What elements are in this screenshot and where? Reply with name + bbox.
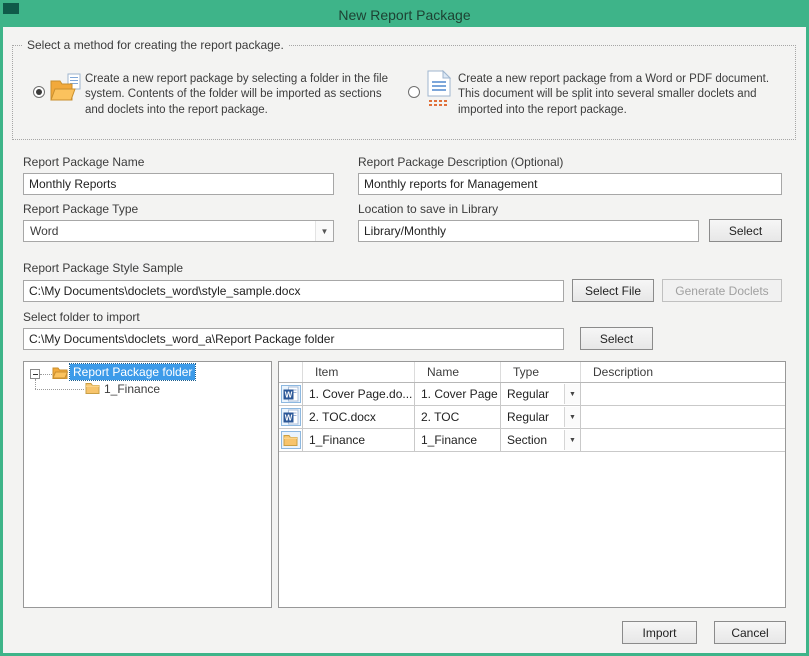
name-cell: 1. Cover Page bbox=[415, 383, 501, 405]
tree-item-1-finance[interactable]: 1_Finance bbox=[101, 381, 163, 397]
item-icon-cell bbox=[279, 429, 303, 451]
tree-connector bbox=[35, 379, 36, 389]
type-dropdown[interactable]: Section ▼ bbox=[501, 429, 581, 451]
name-cell: 2. TOC bbox=[415, 406, 501, 428]
description-cell bbox=[581, 383, 785, 405]
import-button[interactable]: Import bbox=[622, 621, 697, 644]
cancel-button[interactable]: Cancel bbox=[714, 621, 786, 644]
item-cell: 2. TOC.docx bbox=[303, 406, 415, 428]
description-cell bbox=[581, 406, 785, 428]
folder-method-description: Create a new report package by selecting… bbox=[85, 73, 389, 116]
location-label: Location to save in Library bbox=[358, 202, 499, 216]
import-folder-input[interactable] bbox=[23, 328, 564, 350]
tree-connector bbox=[40, 374, 52, 375]
folder-tree-panel: Report Package folder 1_Finance bbox=[23, 361, 272, 608]
name-cell: 1_Finance bbox=[415, 429, 501, 451]
tree-collapse-toggle[interactable] bbox=[30, 369, 40, 379]
doclets-table: Item Name Type Description W 1. Cover Pa… bbox=[278, 361, 786, 608]
chevron-down-icon: ▼ bbox=[315, 221, 333, 241]
svg-text:W: W bbox=[284, 390, 292, 399]
dialog-body: Select a method for creating the report … bbox=[3, 27, 806, 653]
column-header-name: Name bbox=[415, 362, 501, 382]
radio-document-method[interactable] bbox=[408, 86, 420, 98]
table-row[interactable]: 1_Finance 1_Finance Section ▼ bbox=[279, 429, 785, 452]
column-header-item: Item bbox=[303, 362, 415, 382]
type-value: Regular bbox=[507, 410, 550, 424]
report-package-name-label: Report Package Name bbox=[23, 155, 145, 169]
import-folder-label: Select folder to import bbox=[23, 310, 140, 324]
folder-icon bbox=[85, 382, 100, 397]
report-package-type-label: Report Package Type bbox=[23, 202, 139, 216]
type-dropdown[interactable]: Regular ▼ bbox=[501, 383, 581, 405]
column-header-description: Description bbox=[593, 365, 654, 379]
document-split-icon bbox=[425, 69, 453, 111]
location-input[interactable] bbox=[358, 220, 699, 242]
report-package-type-dropdown[interactable]: Word ▼ bbox=[23, 220, 334, 242]
folder-import-icon bbox=[49, 71, 83, 110]
tree-item-report-package-folder[interactable]: Report Package folder bbox=[68, 363, 197, 381]
location-select-button[interactable]: Select bbox=[709, 219, 782, 242]
table-row[interactable]: W 2. TOC.docx 2. TOC Regular ▼ bbox=[279, 406, 785, 429]
item-cell: 1. Cover Page.do... bbox=[303, 383, 415, 405]
radio-folder-method[interactable] bbox=[33, 86, 45, 98]
select-file-button[interactable]: Select File bbox=[572, 279, 654, 302]
column-header-icon bbox=[279, 362, 303, 382]
item-cell: 1_Finance bbox=[303, 429, 415, 451]
column-header-type: Type bbox=[501, 362, 581, 382]
new-report-package-dialog: New Report Package Select a method for c… bbox=[0, 0, 809, 656]
chevron-down-icon: ▼ bbox=[564, 430, 580, 450]
window-title: New Report Package bbox=[338, 7, 471, 23]
tree-connector bbox=[35, 389, 84, 390]
report-package-description-input[interactable] bbox=[358, 173, 782, 195]
document-method-description: Create a new report package from a Word … bbox=[458, 73, 770, 116]
item-icon-cell: W bbox=[279, 383, 303, 405]
table-header-row: Item Name Type Description bbox=[279, 362, 785, 383]
svg-text:W: W bbox=[284, 413, 292, 422]
chevron-down-icon: ▼ bbox=[564, 407, 580, 427]
word-doc-icon: W bbox=[280, 385, 301, 403]
style-sample-input[interactable] bbox=[23, 280, 564, 302]
item-icon-cell: W bbox=[279, 406, 303, 428]
type-value: Regular bbox=[507, 387, 550, 401]
type-dropdown[interactable]: Regular ▼ bbox=[501, 406, 581, 428]
word-doc-icon: W bbox=[280, 408, 301, 426]
report-package-type-value: Word bbox=[30, 224, 59, 238]
table-row[interactable]: W 1. Cover Page.do... 1. Cover Page Regu… bbox=[279, 383, 785, 406]
type-value: Section bbox=[507, 433, 548, 447]
method-group-legend: Select a method for creating the report … bbox=[27, 38, 284, 52]
folder-icon bbox=[280, 431, 301, 449]
chevron-down-icon: ▼ bbox=[564, 384, 580, 404]
report-package-description-label: Report Package Description (Optional) bbox=[358, 155, 564, 169]
title-bar: New Report Package bbox=[3, 3, 806, 27]
style-sample-label: Report Package Style Sample bbox=[23, 261, 184, 275]
open-folder-icon bbox=[52, 366, 69, 382]
report-package-name-input[interactable] bbox=[23, 173, 334, 195]
generate-doclets-button: Generate Doclets bbox=[662, 279, 782, 302]
import-folder-select-button[interactable]: Select bbox=[580, 327, 653, 350]
description-cell bbox=[581, 429, 785, 451]
window-system-icon bbox=[3, 3, 19, 14]
